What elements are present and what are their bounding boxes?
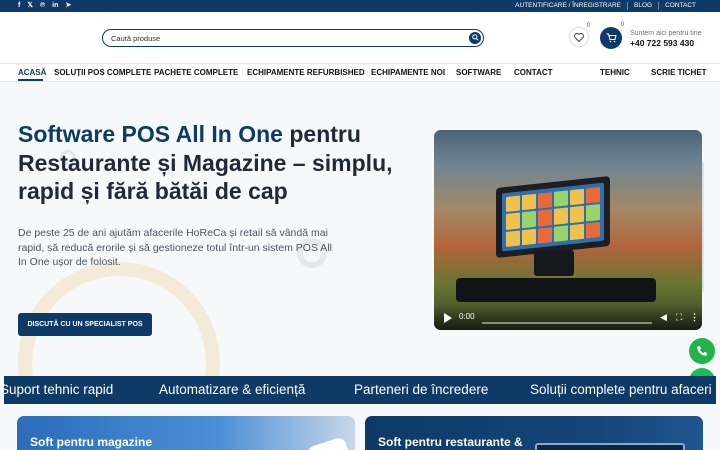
benefits-ticker: Suport tehnic rapid Automatizare & efici…	[4, 376, 716, 404]
contact-link[interactable]: CONTACT	[658, 2, 702, 10]
hero-section: Software POS All In One pentru Restauran…	[0, 82, 720, 376]
card-soft-restaurante[interactable]: Soft pentru restaurante &	[365, 416, 703, 450]
video-time: 0:00	[459, 312, 475, 321]
wishlist-button[interactable]: 0	[569, 22, 593, 47]
search-button[interactable]	[469, 31, 481, 44]
nav-item-contact[interactable]: CONTACT	[514, 64, 553, 82]
card-title-magazine: Soft pentru magazine	[30, 435, 153, 449]
nav-item-pachete[interactable]: PACHETE COMPLETE	[154, 64, 238, 82]
whatsapp-float-button[interactable]	[689, 368, 715, 376]
pos-monitor-image	[496, 176, 610, 258]
play-icon[interactable]	[444, 313, 452, 323]
hero-title-highlight: Software POS All In One	[18, 121, 283, 147]
pos-stand-image	[534, 250, 574, 276]
nav-item-software[interactable]: SOFTWARE	[456, 64, 501, 82]
fullscreen-icon[interactable]: ⛶	[676, 311, 682, 323]
call-float-button[interactable]	[689, 338, 715, 364]
telegram-icon[interactable]: ➤	[65, 0, 71, 12]
nav-item-echipamente-noi[interactable]: ECHIPAMENTE NOI	[371, 64, 445, 82]
wishlist-count: 0	[584, 22, 593, 31]
nav-item-refurbished[interactable]: ECHIPAMENTE REFURBISHED	[247, 64, 365, 82]
search-bar	[102, 29, 484, 47]
cart-icon	[606, 33, 617, 43]
cart-button[interactable]: 0	[600, 21, 627, 49]
hero-description: De peste 25 de ani ajutăm afacerile HoRe…	[18, 227, 332, 268]
facebook-icon[interactable]: f	[18, 0, 20, 12]
contact-specialist-button[interactable]: DISCUTĂ CU UN SPECIALIST POS	[18, 313, 152, 336]
card-soft-magazine[interactable]: Soft pentru magazine	[17, 416, 355, 450]
more-options-icon[interactable]: ⋮	[690, 311, 699, 323]
ticker-item-automation: Automatizare & eficiență	[159, 382, 306, 397]
ticker-item-solutions: Soluții complete pentru afaceri	[530, 382, 712, 397]
volume-icon[interactable]: ◀	[660, 311, 667, 323]
heart-icon	[574, 32, 584, 42]
nav-item-solutii-pos[interactable]: SOLUȚII POS COMPLETE	[54, 64, 151, 82]
nav-item-scrie-tichet[interactable]: SCRIE TICHET	[651, 64, 707, 82]
video-progress-bar[interactable]	[482, 322, 652, 324]
video-controls: 0:00 ◀ ⛶ ⋮	[434, 306, 702, 330]
cart-count: 0	[618, 21, 627, 30]
phone-icon	[697, 346, 707, 356]
ticker-item-partners: Parteneri de încredere	[354, 382, 489, 397]
phone-number[interactable]: +40 722 593 430	[630, 38, 710, 49]
phone-contact[interactable]: Suntem aici pentru tine +40 722 593 430	[630, 29, 710, 49]
phone-label: Suntem aici pentru tine	[630, 30, 702, 37]
top-bar: f 𝕏 ℗ in ➤ AUTENTIFICARE / ÎNREGISTRARE …	[0, 0, 720, 12]
pos-screen	[502, 182, 604, 252]
top-links: AUTENTIFICARE / ÎNREGISTRARE BLOG CONTAC…	[509, 2, 702, 10]
cash-drawer-image	[456, 278, 656, 302]
nav-item-tehnic[interactable]: TEHNIC	[600, 64, 630, 82]
site-header: 0 0 Suntem aici pentru tine +40 722 593 …	[0, 12, 720, 64]
card-decor	[305, 436, 349, 450]
card-device-image	[535, 443, 685, 450]
search-input[interactable]	[111, 32, 461, 44]
login-register-link[interactable]: AUTENTIFICARE / ÎNREGISTRARE	[509, 2, 627, 10]
linkedin-icon[interactable]: in	[52, 0, 58, 12]
ticker-item-support: Suport tehnic rapid	[4, 382, 114, 397]
social-links: f 𝕏 ℗ in ➤	[18, 0, 71, 12]
x-icon[interactable]: 𝕏	[27, 0, 33, 12]
hero-video[interactable]: 0:00 ◀ ⛶ ⋮	[434, 130, 702, 330]
hero-title: Software POS All In One pentru Restauran…	[18, 120, 408, 206]
search-icon	[471, 34, 479, 41]
blog-link[interactable]: BLOG	[627, 2, 658, 10]
pinterest-icon[interactable]: ℗	[40, 0, 45, 12]
card-title-restaurante: Soft pentru restaurante &	[378, 435, 523, 449]
main-nav: ACASĂ SOLUȚII POS COMPLETE PACHETE COMPL…	[0, 64, 720, 82]
nav-active-indicator	[18, 79, 43, 81]
